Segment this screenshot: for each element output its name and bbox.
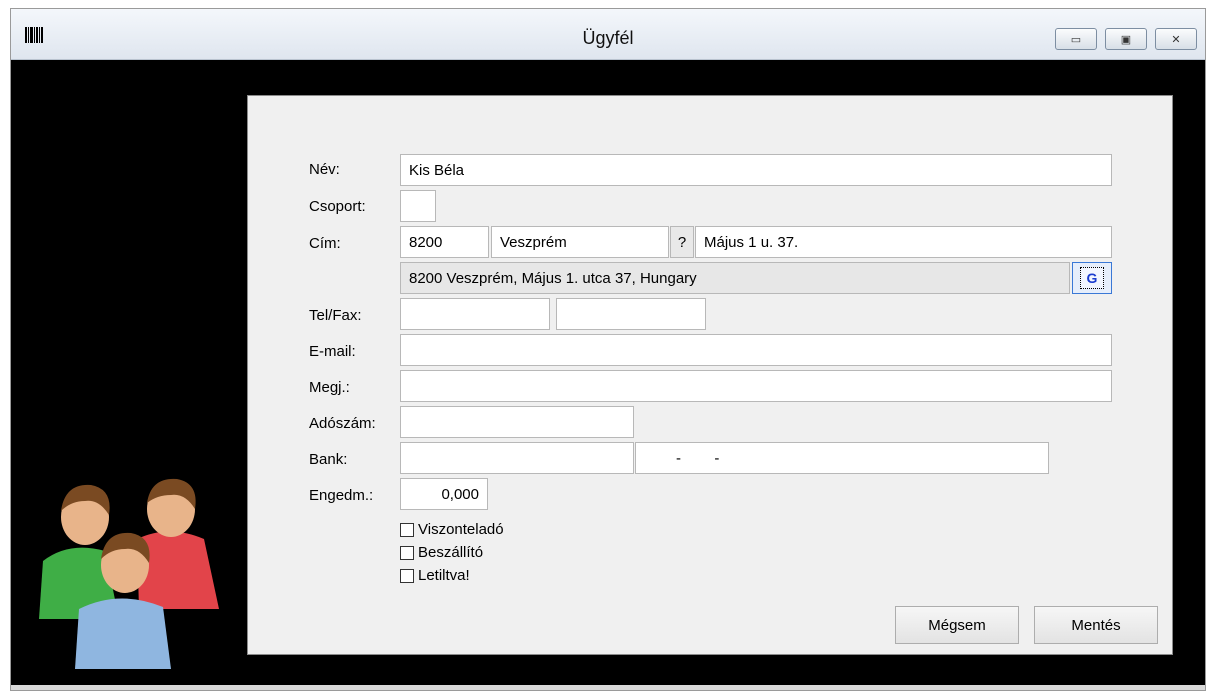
zip-field[interactable]: 8200 <box>400 226 489 258</box>
city-field[interactable]: Veszprém <box>491 226 669 258</box>
close-icon: ✕ <box>1171 33 1181 46</box>
geocode-button-label: G <box>1079 267 1105 289</box>
reseller-label: Viszonteladó <box>418 521 504 538</box>
address-label: Cím: <box>309 235 341 252</box>
maximize-button[interactable]: ▣ <box>1105 28 1147 50</box>
note-field[interactable] <box>400 370 1112 402</box>
supplier-checkbox[interactable]: Beszállító <box>400 544 483 561</box>
title-bar[interactable]: Ügyfél ▭ ▣ ✕ <box>11 9 1205 60</box>
geocoded-address: 8200 Veszprém, Május 1. utca 37, Hungary <box>400 262 1070 294</box>
discount-field[interactable]: 0,000 <box>400 478 488 510</box>
name-field[interactable]: Kis Béla <box>400 154 1112 186</box>
tel-field[interactable] <box>400 298 550 330</box>
save-button[interactable]: Mentés <box>1034 606 1158 644</box>
disabled-label: Letiltva! <box>418 567 470 584</box>
tax-field[interactable] <box>400 406 634 438</box>
bank-name-field[interactable] <box>400 442 634 474</box>
close-button[interactable]: ✕ <box>1155 28 1197 50</box>
tax-label: Adószám: <box>309 415 376 432</box>
fax-field[interactable] <box>556 298 706 330</box>
bank-label: Bank: <box>309 451 348 468</box>
minimize-icon: ▭ <box>1070 33 1082 46</box>
window-title: Ügyfél <box>582 28 634 48</box>
name-label: Név: <box>309 161 340 178</box>
maximize-icon: ▣ <box>1120 33 1132 46</box>
telfax-label: Tel/Fax: <box>309 307 362 324</box>
cancel-button[interactable]: Mégsem <box>895 606 1019 644</box>
note-label: Megj.: <box>309 379 350 396</box>
reseller-checkbox[interactable]: Viszonteladó <box>400 521 504 538</box>
checkbox-box[interactable] <box>400 522 414 537</box>
street-field[interactable]: Május 1 u. 37. <box>695 226 1112 258</box>
status-bar <box>11 685 1205 690</box>
discount-label: Engedm.: <box>309 487 374 504</box>
group-label: Csoport: <box>309 198 366 215</box>
main-window: Ügyfél ▭ ▣ ✕ Név: Kis Béla Csoport: Cím:… <box>10 8 1206 691</box>
group-field[interactable] <box>400 190 436 222</box>
customer-form: Név: Kis Béla Csoport: Cím: 8200 Veszpré… <box>247 95 1173 655</box>
checkbox-box[interactable] <box>400 568 414 583</box>
supplier-label: Beszállító <box>418 544 484 561</box>
customers-icon <box>39 478 219 669</box>
checkbox-box[interactable] <box>400 545 414 560</box>
city-lookup-button[interactable]: ? <box>670 226 694 258</box>
disabled-checkbox[interactable]: Letiltva! <box>400 567 470 584</box>
geocode-button[interactable]: G <box>1072 262 1112 294</box>
email-label: E-mail: <box>309 343 356 360</box>
email-field[interactable] <box>400 334 1112 366</box>
bank-account-field[interactable]: - - <box>635 442 1049 474</box>
minimize-button[interactable]: ▭ <box>1055 28 1097 50</box>
